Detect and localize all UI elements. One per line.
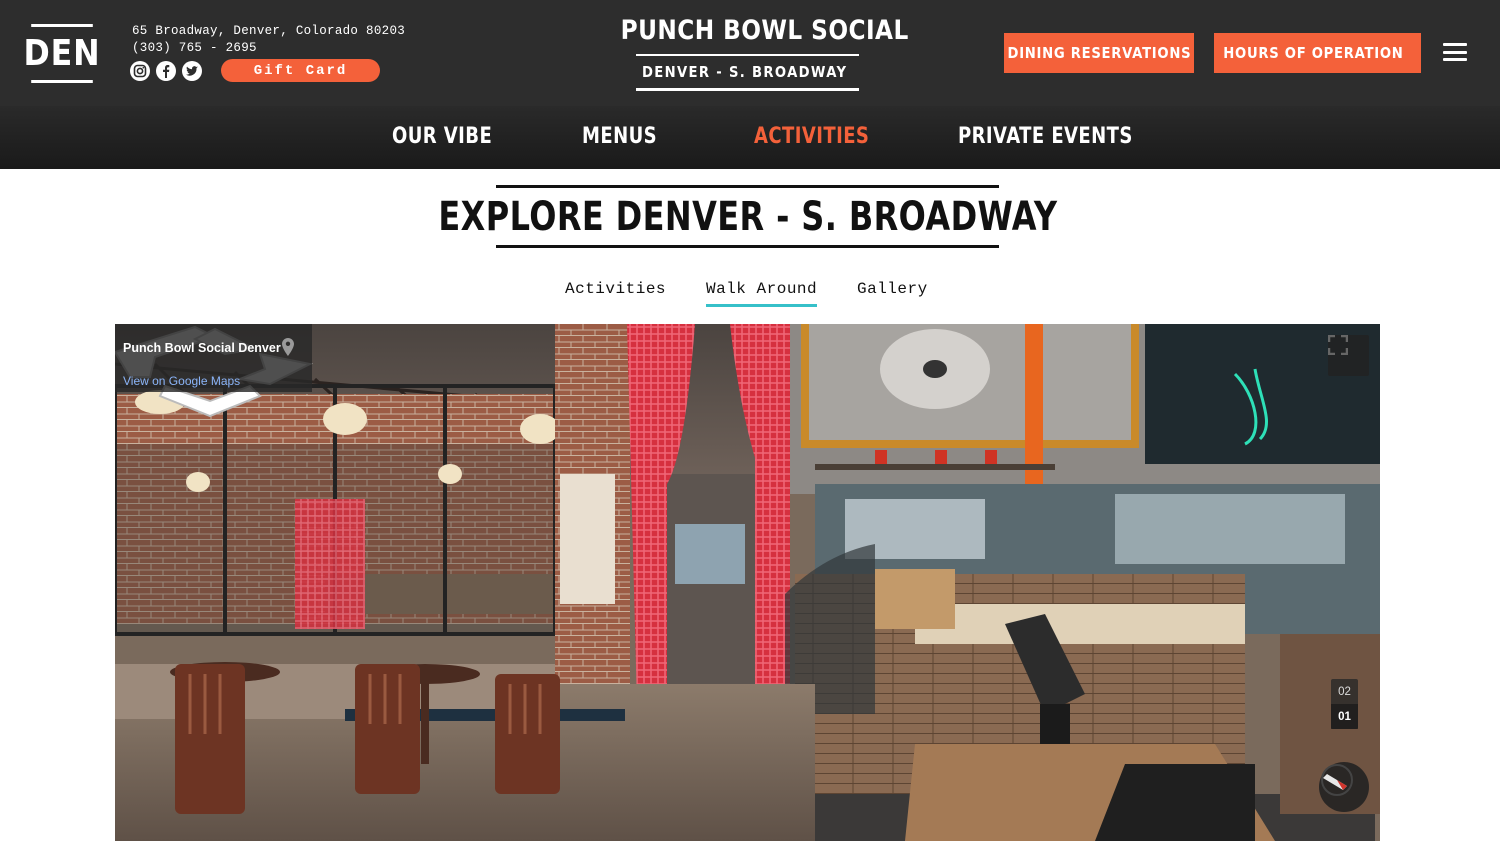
view-on-google-maps-link[interactable]: View on Google Maps	[123, 374, 240, 388]
compass-icon[interactable]	[1319, 762, 1369, 812]
den-logo[interactable]: DEN	[23, 24, 100, 83]
nav-activities[interactable]: ACTIVITIES	[754, 124, 869, 149]
social-links	[130, 61, 202, 81]
brand-title: PUNCH BOWL SOCIAL	[620, 15, 909, 46]
gift-card-button[interactable]: Gift Card	[221, 59, 380, 82]
floor-01-button[interactable]: 01	[1331, 704, 1358, 729]
address[interactable]: 65 Broadway, Denver, Colorado 80203	[132, 23, 405, 40]
place-info-card: Punch Bowl Social Denver View on Google …	[115, 324, 312, 392]
location-selector[interactable]: DENVER - S. BROADWAY	[636, 54, 859, 91]
street-view-panorama[interactable]: Punch Bowl Social Denver View on Google …	[115, 324, 1380, 841]
tab-activities[interactable]: Activities	[565, 280, 666, 304]
fullscreen-icon[interactable]	[1328, 335, 1369, 376]
place-name: Punch Bowl Social Denver	[123, 341, 281, 355]
instagram-icon[interactable]	[130, 61, 150, 81]
menu-icon[interactable]	[1443, 43, 1467, 61]
contact-info: 65 Broadway, Denver, Colorado 80203 (303…	[132, 23, 405, 57]
nav-our-vibe[interactable]: OUR VIBE	[392, 124, 492, 149]
location-label: DENVER - S. BROADWAY	[641, 63, 848, 81]
main-nav: OUR VIBE MENUS ACTIVITIES PRIVATE EVENTS	[0, 106, 1500, 169]
tab-walk-around[interactable]: Walk Around	[706, 280, 818, 307]
map-pin-icon[interactable]	[282, 338, 312, 386]
nav-menus[interactable]: MENUS	[582, 124, 657, 149]
facebook-icon[interactable]	[156, 61, 176, 81]
explore-heading-box: EXPLORE DENVER - S. BROADWAY	[438, 185, 1057, 248]
floor-selector: 02 01	[1331, 679, 1358, 729]
site-header: DEN 65 Broadway, Denver, Colorado 80203 …	[0, 0, 1500, 106]
hours-of-operation-button[interactable]: HOURS OF OPERATION	[1214, 33, 1421, 73]
nav-private-events[interactable]: PRIVATE EVENTS	[958, 124, 1133, 149]
page-title: EXPLORE DENVER - S. BROADWAY	[437, 193, 1058, 240]
dining-reservations-label: DINING RESERVATIONS	[1007, 44, 1191, 62]
floor-02-button[interactable]: 02	[1331, 679, 1358, 704]
tab-gallery[interactable]: Gallery	[857, 280, 928, 304]
brand[interactable]: PUNCH BOWL SOCIAL DENVER - S. BROADWAY	[600, 15, 909, 91]
hours-label: HOURS OF OPERATION	[1223, 44, 1404, 62]
twitter-icon[interactable]	[182, 61, 202, 81]
dining-reservations-button[interactable]: DINING RESERVATIONS	[1004, 33, 1194, 73]
phone-number[interactable]: (303) 765 - 2695	[132, 40, 405, 57]
